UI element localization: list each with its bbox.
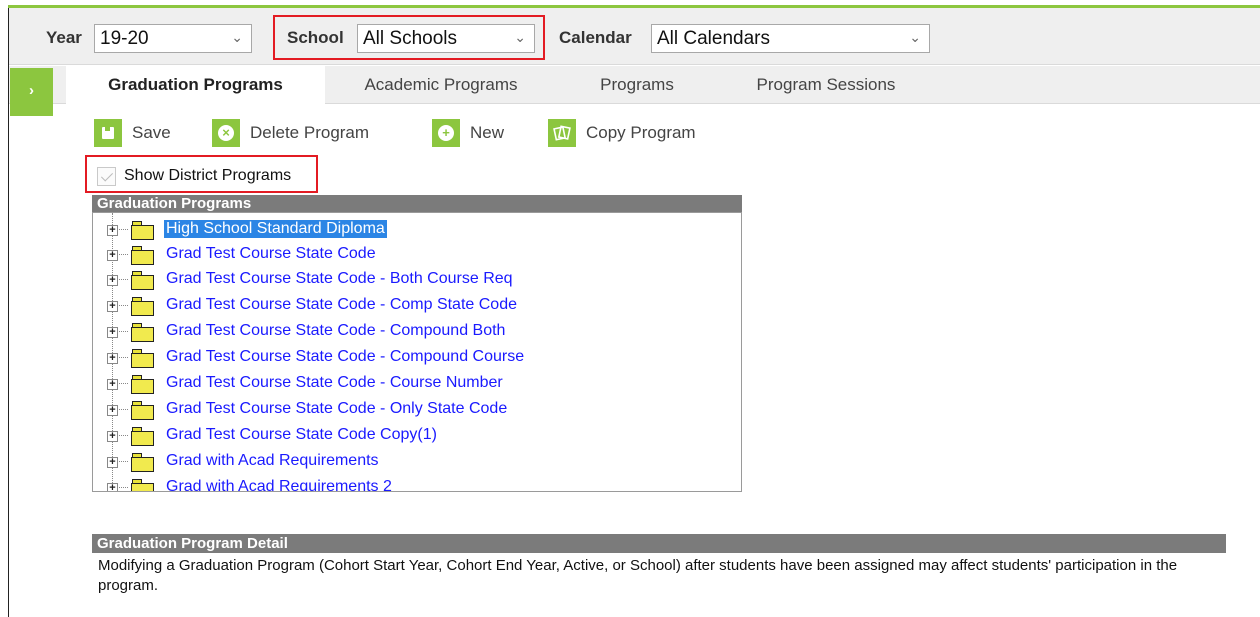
tree-item-label[interactable]: Grad Test Course State Code - Compound C… xyxy=(164,348,526,366)
chevron-down-icon: ⌄ xyxy=(514,29,526,45)
expand-icon[interactable]: + xyxy=(107,379,118,390)
new-label: New xyxy=(470,123,505,142)
expand-icon[interactable]: + xyxy=(107,275,118,286)
year-select-value: 19-20 xyxy=(100,28,149,49)
graduation-programs-tree: + High School Standard Diploma + Grad Te… xyxy=(92,212,742,492)
tree-item-label[interactable]: Grad Test Course State Code xyxy=(164,245,378,263)
folder-icon xyxy=(131,349,154,368)
folder-icon xyxy=(131,271,154,290)
tree-item-label[interactable]: Grad with Acad Requirements 2 xyxy=(164,478,394,491)
year-label: Year xyxy=(46,28,82,47)
copy-icon xyxy=(548,119,576,147)
detail-warning-message: Modifying a Graduation Program (Cohort S… xyxy=(98,557,1178,594)
expand-icon[interactable]: + xyxy=(107,301,118,312)
tree-item-label[interactable]: High School Standard Diploma xyxy=(164,220,387,238)
calendar-select-value: All Calendars xyxy=(657,28,770,49)
tree-item-label[interactable]: Grad Test Course State Code - Compound B… xyxy=(164,322,507,340)
folder-icon xyxy=(131,479,154,491)
tree-item-label[interactable]: Grad Test Course State Code - Course Num… xyxy=(164,374,505,392)
tab-bar: Graduation Programs Academic Programs Pr… xyxy=(9,66,1260,105)
tree-item-label[interactable]: Grad with Acad Requirements xyxy=(164,452,381,470)
expand-icon[interactable]: + xyxy=(107,457,118,468)
graduation-program-detail-header: Graduation Program Detail xyxy=(92,534,1226,553)
tab-academic-programs[interactable]: Academic Programs xyxy=(341,66,541,104)
expand-icon[interactable]: + xyxy=(107,353,118,364)
folder-icon xyxy=(131,297,154,316)
expand-icon[interactable]: + xyxy=(107,483,118,491)
expand-icon[interactable]: + xyxy=(107,405,118,416)
copy-program-button[interactable]: Copy Program xyxy=(548,118,696,148)
expand-icon[interactable]: + xyxy=(107,225,118,236)
tab-program-sessions[interactable]: Program Sessions xyxy=(731,66,921,104)
school-label: School xyxy=(287,28,344,47)
save-label: Save xyxy=(132,123,171,142)
folder-icon xyxy=(131,453,154,472)
graduation-programs-header: Graduation Programs xyxy=(92,195,742,213)
school-select-value: All Schools xyxy=(363,28,457,49)
copy-program-label: Copy Program xyxy=(586,123,696,142)
chevron-down-icon: ⌄ xyxy=(909,29,921,45)
folder-icon xyxy=(131,375,154,394)
calendar-select[interactable]: All Calendars ⌄ xyxy=(651,24,930,53)
tree-item-label[interactable]: Grad Test Course State Code - Both Cours… xyxy=(164,270,515,288)
show-district-programs-label: Show District Programs xyxy=(124,167,292,184)
calendar-label: Calendar xyxy=(559,28,632,47)
new-button[interactable]: + New xyxy=(432,118,504,148)
delete-icon: × xyxy=(212,119,240,147)
save-icon xyxy=(94,119,122,147)
expand-icon[interactable]: + xyxy=(107,431,118,442)
tree-item-label[interactable]: Grad Test Course State Code - Only State… xyxy=(164,400,509,418)
sidebar-toggle-button[interactable]: › xyxy=(10,68,53,116)
folder-icon xyxy=(131,427,154,446)
tab-graduation-programs[interactable]: Graduation Programs xyxy=(66,66,325,105)
expand-icon[interactable]: + xyxy=(107,250,118,261)
delete-program-button[interactable]: × Delete Program xyxy=(212,118,369,148)
year-select[interactable]: 19-20 ⌄ xyxy=(94,24,252,53)
folder-icon xyxy=(131,323,154,342)
context-bar: Year 19-20 ⌄ School All Schools ⌄ Calend… xyxy=(9,8,1260,65)
tab-programs[interactable]: Programs xyxy=(577,66,697,104)
chevron-down-icon: ⌄ xyxy=(231,29,243,45)
show-district-programs-checkbox[interactable] xyxy=(97,166,116,186)
tree-item-label[interactable]: Grad Test Course State Code - Comp State… xyxy=(164,296,519,314)
folder-icon xyxy=(131,221,154,240)
show-district-programs-control[interactable]: Show District Programs xyxy=(97,163,291,189)
plus-icon: + xyxy=(432,119,460,147)
school-select[interactable]: All Schools ⌄ xyxy=(357,24,535,53)
delete-program-label: Delete Program xyxy=(250,123,370,142)
folder-icon xyxy=(131,401,154,420)
tree-item-label[interactable]: Grad Test Course State Code Copy(1) xyxy=(164,426,439,444)
expand-icon[interactable]: + xyxy=(107,327,118,338)
save-button[interactable]: Save xyxy=(94,118,171,148)
folder-icon xyxy=(131,246,154,265)
